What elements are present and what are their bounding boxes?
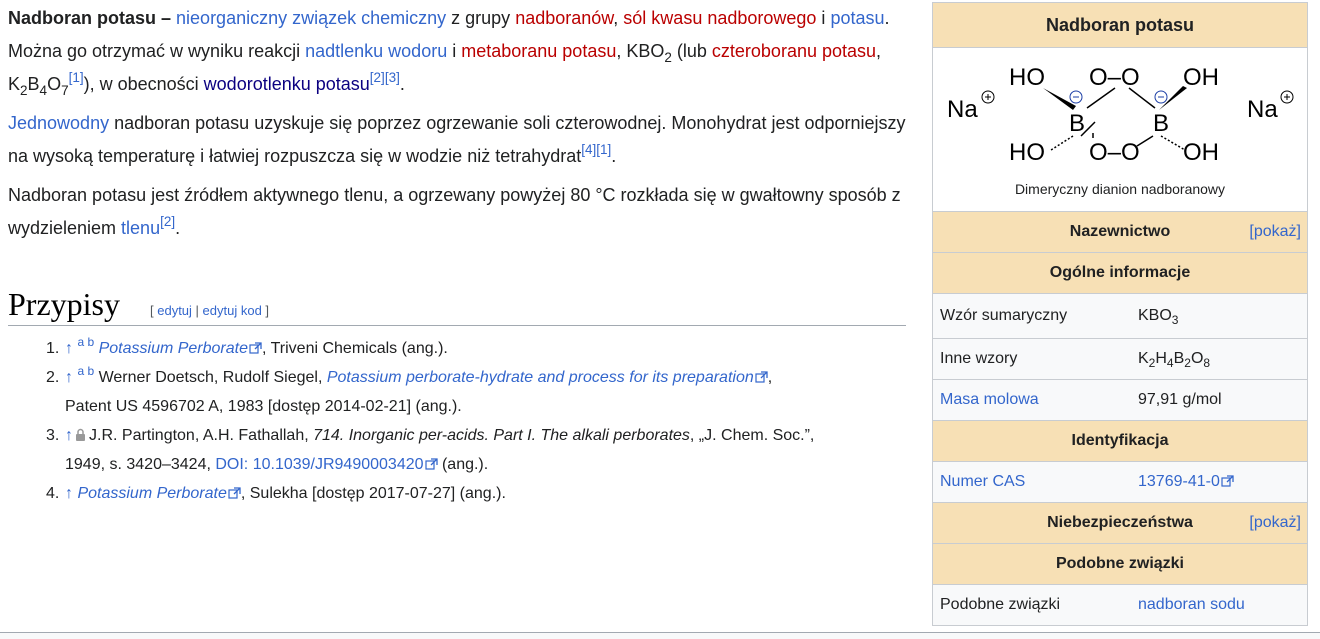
doi-link[interactable]: DOI: 10.1039/JR9490003420 — [215, 456, 438, 473]
paragraph-monohydrate: Jednowodny nadboran potasu uzyskuje się … — [8, 113, 906, 166]
sodium-right: Na — [1247, 96, 1278, 123]
external-link-icon — [228, 487, 241, 499]
ref-title-link[interactable]: Potassium perborate-hydrate and process … — [327, 369, 768, 386]
section-heading-references: Przypisy [ edytuj | edytuj kod ] — [8, 283, 906, 326]
svg-text:B: B — [1069, 110, 1085, 137]
infobox-title: Nadboran potasu — [933, 3, 1307, 48]
paragraph-oxygen-source: Nadboran potasu jest źródłem aktywnego t… — [8, 185, 901, 238]
reference-item: 4. ↑ Potassium Perborate, Sulekha [dostę… — [46, 485, 506, 502]
article-subject: Nadboran potasu — [8, 8, 157, 28]
reference-item: 1. ↑ a b Potassium Perborate, Triveni Ch… — [46, 334, 448, 357]
structure-caption: Dimeryczny dianion nadboranowy — [1014, 181, 1226, 197]
ref-link-1[interactable]: [1] — [69, 70, 84, 85]
show-hazards-toggle[interactable]: [pokaż] — [1249, 503, 1301, 543]
link-potassium-metaborate[interactable]: metaboranu potasu — [461, 41, 616, 61]
row-molar-mass: Masa molowa 97,91 g/mol — [933, 380, 1307, 421]
ref-link-2[interactable]: [2] — [370, 70, 385, 85]
link-perboric-acid-salt[interactable]: sól kwasu nadborowego — [623, 8, 816, 28]
backlink-ab[interactable]: a b — [77, 364, 94, 378]
ref-title-link[interactable]: Potassium Perborate — [99, 340, 262, 357]
ref-link-1b[interactable]: [1] — [596, 142, 611, 157]
heading-text: Przypisy — [8, 286, 120, 322]
link-monohydrate[interactable]: Jednowodny — [8, 113, 109, 133]
other-formula-value: K2H4B2O8 — [1138, 350, 1211, 371]
link-potassium-tetraborate[interactable]: czteroboranu potasu — [712, 41, 876, 61]
svg-text:O–O: O–O — [1089, 139, 1140, 166]
svg-text:B: B — [1153, 110, 1169, 137]
row-cas: Numer CAS 13769-41-0 — [933, 462, 1307, 503]
external-link-icon — [755, 371, 768, 383]
link-inorganic-compound[interactable]: nieorganiczny związek chemiczny — [176, 8, 446, 28]
svg-text:OH: OH — [1183, 139, 1219, 166]
row-formula: Wzór sumaryczny KBO3 — [933, 294, 1307, 339]
backlink-arrow[interactable]: ↑ — [65, 427, 73, 444]
references-list: 1. ↑ a b Potassium Perborate, Triveni Ch… — [46, 334, 908, 508]
backlink-arrow[interactable]: ↑ — [65, 340, 73, 357]
section-hazards[interactable]: Niebezpieczeństwa [pokaż] — [933, 503, 1307, 544]
edit-code-link[interactable]: edytuj kod — [203, 303, 262, 318]
molar-mass-link[interactable]: Masa molowa — [940, 380, 1039, 420]
ref-link-2b[interactable]: [2] — [160, 214, 175, 229]
ref-link-3[interactable]: [3] — [385, 70, 400, 85]
cas-value-link[interactable]: 13769-41-0 — [1138, 462, 1234, 502]
sodium-perborate-link[interactable]: nadboran sodu — [1138, 585, 1245, 625]
external-link-icon — [249, 342, 262, 354]
svg-text:OH: OH — [1183, 64, 1219, 91]
edit-link[interactable]: edytuj — [157, 303, 192, 318]
section-general-info: Ogólne informacje — [933, 253, 1307, 294]
svg-text:HO: HO — [1009, 139, 1045, 166]
link-oxygen[interactable]: tlenu — [121, 218, 160, 238]
structure-image: Na Na HO HO OH OH B B O–O O–O Dimeryczny… — [933, 48, 1307, 212]
backlink-ab[interactable]: a b — [77, 335, 94, 349]
section-similar: Podobne związki — [933, 544, 1307, 585]
link-potassium[interactable]: potasu — [830, 8, 884, 28]
external-link-icon — [424, 458, 438, 470]
lock-icon — [76, 428, 85, 441]
reference-item: 2. ↑ a b Werner Doetsch, Rudolf Siegel, … — [46, 363, 773, 415]
article-content: Nadboran potasu – nieorganiczny związek … — [8, 0, 908, 251]
cas-link[interactable]: Numer CAS — [940, 462, 1025, 502]
paragraph-intro: Nadboran potasu – nieorganiczny związek … — [8, 8, 890, 98]
backlink-arrow[interactable]: ↑ — [65, 369, 73, 386]
row-similar: Podobne związki nadboran sodu — [933, 585, 1307, 625]
perborate-structure-diagram: Na Na HO HO OH OH B B O–O O–O — [947, 64, 1294, 166]
sodium-left: Na — [947, 96, 978, 123]
external-link-icon — [1221, 475, 1234, 487]
show-naming-toggle[interactable]: [pokaż] — [1249, 212, 1301, 252]
ref-title-link[interactable]: Potassium Perborate — [77, 485, 241, 502]
infobox: Nadboran potasu Na Na HO HO OH OH B B O–… — [932, 2, 1308, 626]
link-hydrogen-peroxide[interactable]: nadtlenku wodoru — [305, 41, 447, 61]
svg-text:HO: HO — [1009, 64, 1045, 91]
reference-item: 3. ↑ J.R. Partington, A.H. Fathallah, 714… — [46, 427, 815, 473]
backlink-arrow[interactable]: ↑ — [65, 485, 73, 502]
edit-section-links: [ edytuj | edytuj kod ] — [150, 303, 270, 318]
link-perborates[interactable]: nadboranów — [515, 8, 613, 28]
section-identification: Identyfikacja — [933, 421, 1307, 462]
ref-link-4[interactable]: [4] — [581, 142, 596, 157]
link-potassium-hydroxide[interactable]: wodorotlenku potasu — [204, 74, 370, 94]
section-naming[interactable]: Nazewnictwo [pokaż] — [933, 212, 1307, 253]
row-other-formulas: Inne wzory K2H4B2O8 — [933, 339, 1307, 380]
svg-text:O–O: O–O — [1089, 64, 1140, 91]
